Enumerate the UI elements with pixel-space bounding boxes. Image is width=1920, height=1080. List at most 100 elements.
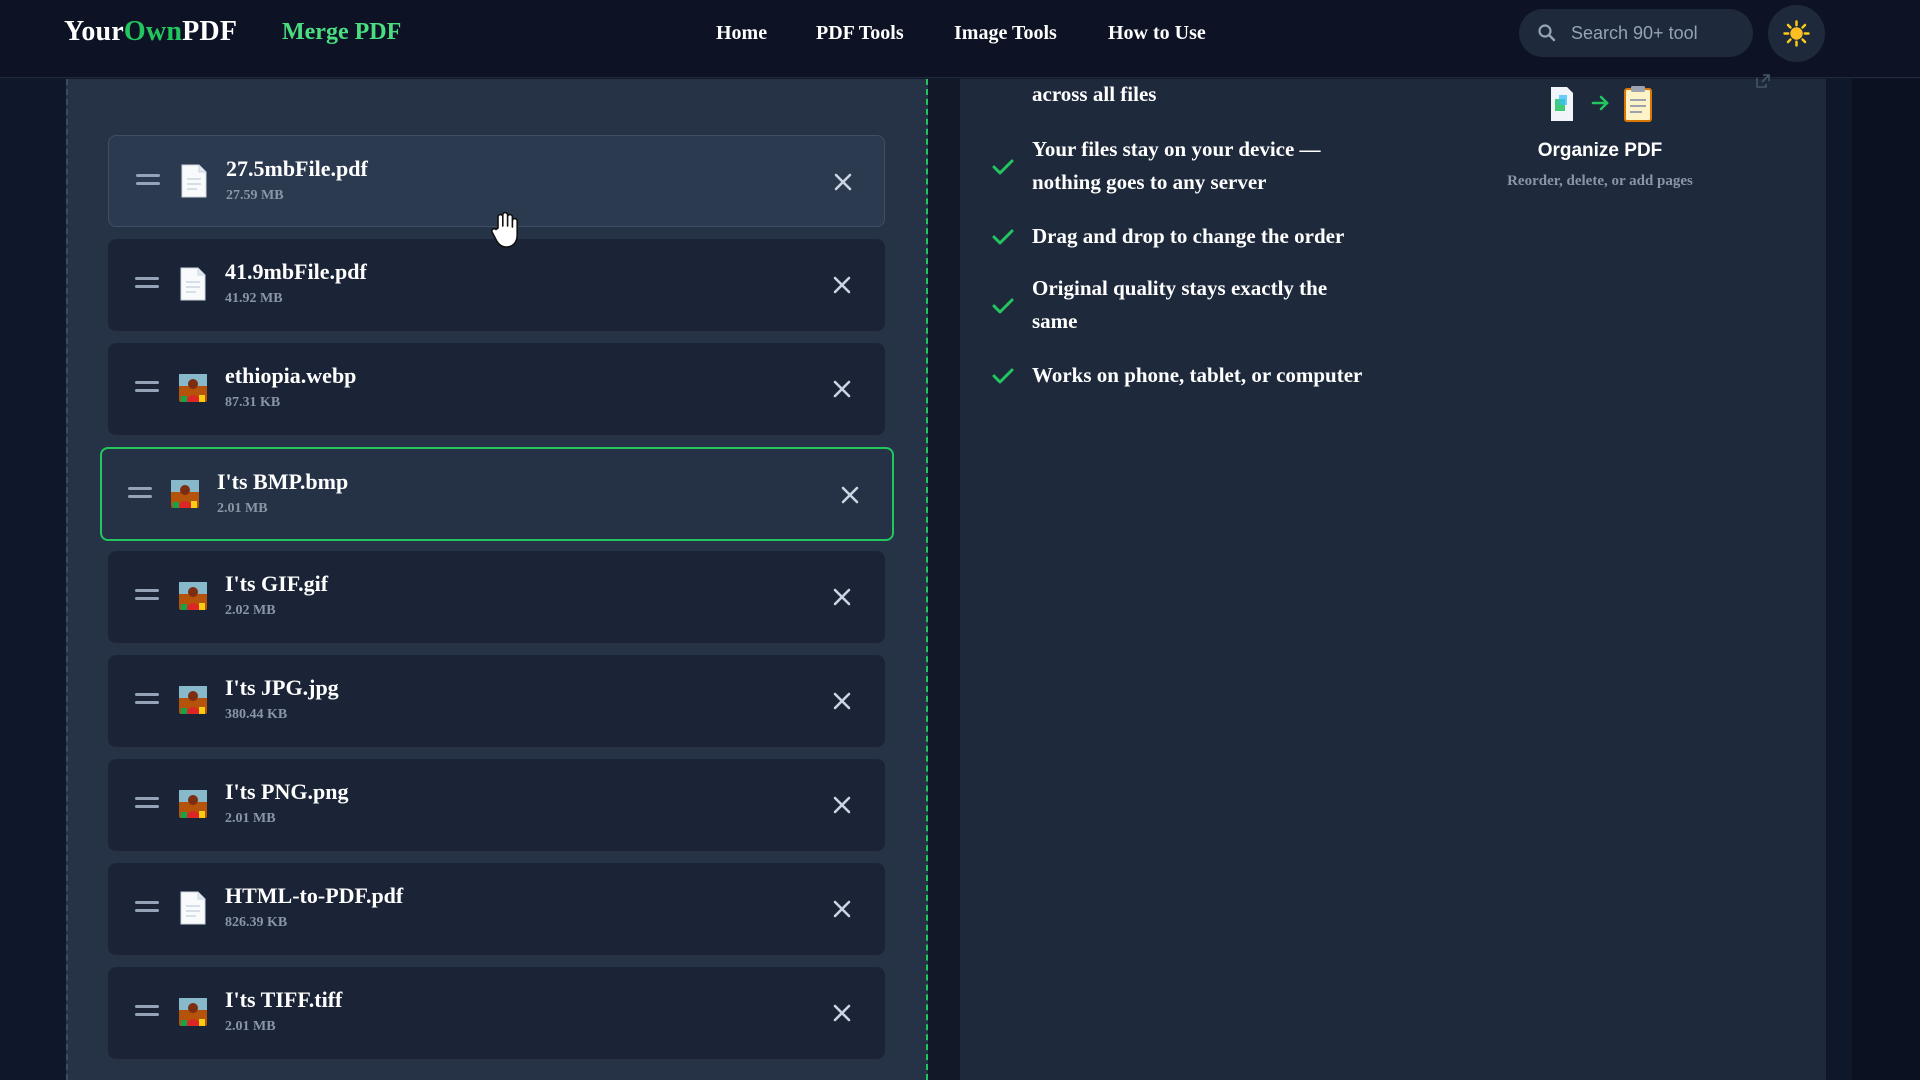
sun-icon <box>1783 20 1810 47</box>
check-icon <box>992 298 1014 314</box>
image-thumbnail-icon <box>179 686 207 714</box>
tool-card-title: Organize PDF <box>1537 140 1663 161</box>
organize-pdf-tool-card[interactable]: Organize PDF Reorder, delete, or add pag… <box>1480 79 1720 209</box>
search-icon <box>1538 24 1556 42</box>
file-item[interactable]: 41.9mbFile.pdf 41.92 MB <box>108 239 885 331</box>
image-thumbnail-icon <box>179 582 207 610</box>
close-icon <box>833 900 851 918</box>
drag-handle-icon[interactable] <box>135 587 159 603</box>
brand-own: Own <box>123 16 183 47</box>
remove-file-button[interactable] <box>827 582 857 612</box>
drag-handle-icon[interactable] <box>135 379 159 395</box>
external-link-icon[interactable] <box>1754 72 1772 90</box>
file-name: I'ts JPG.jpg <box>225 675 339 700</box>
benefit-item: Your files stay on your device — nothing … <box>992 133 1321 199</box>
page-edge-right <box>1852 79 1920 1080</box>
page-gutter-left <box>0 79 66 1080</box>
remove-file-button[interactable] <box>828 167 858 197</box>
search-input[interactable] <box>1571 19 1741 47</box>
tool-card-description: Reorder, delete, or add pages <box>1507 173 1693 189</box>
remove-file-button[interactable] <box>827 686 857 716</box>
image-thumbnail-icon <box>171 480 199 508</box>
file-name: I'ts GIF.gif <box>225 571 329 596</box>
file-item[interactable]: HTML-to-PDF.pdf 826.39 KB <box>108 863 885 955</box>
image-thumbnail-icon <box>179 790 207 818</box>
remove-file-button[interactable] <box>827 374 857 404</box>
file-size: 380.44 KB <box>225 707 288 722</box>
brand-your: Your <box>64 16 124 47</box>
nav-image-tools[interactable]: Image Tools <box>954 22 1057 45</box>
close-icon <box>841 486 859 504</box>
remove-file-button[interactable] <box>835 480 865 510</box>
nav-pdf-tools[interactable]: PDF Tools <box>816 22 904 45</box>
check-icon <box>992 159 1014 175</box>
file-size: 27.59 MB <box>226 188 284 203</box>
file-name: 27.5mbFile.pdf <box>226 156 368 181</box>
benefit-text: Your files stay on your device — <box>1032 137 1321 161</box>
remove-file-button[interactable] <box>827 894 857 924</box>
close-icon <box>833 692 851 710</box>
file-name: I'ts TIFF.tiff <box>225 987 343 1012</box>
image-thumbnail-icon <box>179 998 207 1026</box>
image-thumbnail-icon <box>179 374 207 402</box>
benefit-item: across all files <box>1032 78 1156 111</box>
remove-file-button[interactable] <box>827 790 857 820</box>
drag-handle-icon[interactable] <box>136 172 160 188</box>
hand-cursor-icon <box>491 211 518 248</box>
close-icon <box>833 588 851 606</box>
top-header: YourOwnPDF Merge PDF Home PDF Tools Image … <box>0 0 1920 78</box>
file-item[interactable]: I'ts PNG.png 2.01 MB <box>108 759 885 851</box>
file-size: 2.01 MB <box>225 811 276 826</box>
benefit-text: same <box>1032 309 1078 333</box>
nav-how-to-use[interactable]: How to Use <box>1108 22 1206 45</box>
close-icon <box>833 276 851 294</box>
file-item[interactable]: I'ts TIFF.tiff 2.01 MB <box>108 967 885 1059</box>
file-name: I'ts PNG.png <box>225 779 349 804</box>
close-icon <box>833 796 851 814</box>
file-size: 41.92 MB <box>225 291 283 306</box>
benefit-item: Drag and drop to change the order <box>992 220 1345 253</box>
benefit-text: nothing goes to any server <box>1032 170 1267 194</box>
document-icon <box>181 164 207 198</box>
brand-pdf: PDF <box>182 16 238 47</box>
drag-handle-icon[interactable] <box>135 691 159 707</box>
file-name: 41.9mbFile.pdf <box>225 259 367 284</box>
drag-handle-icon[interactable] <box>128 485 152 501</box>
file-item[interactable]: I'ts JPG.jpg 380.44 KB <box>108 655 885 747</box>
file-name: ethiopia.webp <box>225 363 357 388</box>
benefit-text: Original quality stays exactly the <box>1032 276 1328 300</box>
check-icon <box>992 368 1014 384</box>
close-icon <box>834 173 852 191</box>
nav-home[interactable]: Home <box>716 22 767 45</box>
close-icon <box>833 380 851 398</box>
site-logo[interactable]: YourOwnPDF <box>64 16 237 48</box>
file-size: 2.02 MB <box>225 603 276 618</box>
file-item[interactable]: ethiopia.webp 87.31 KB <box>108 343 885 435</box>
benefit-text: Works on phone, tablet, or computer <box>1032 363 1363 387</box>
document-icon <box>180 891 206 925</box>
drag-handle-icon[interactable] <box>135 1003 159 1019</box>
benefit-text: across all files <box>1032 82 1157 106</box>
document-icon <box>180 267 206 301</box>
file-size: 87.31 KB <box>225 395 281 410</box>
file-size: 2.01 MB <box>225 1019 276 1034</box>
page-title: Merge PDF <box>282 19 402 45</box>
file-size: 2.01 MB <box>217 501 268 516</box>
search-box[interactable] <box>1519 9 1753 57</box>
remove-file-button[interactable] <box>827 998 857 1028</box>
check-icon <box>992 229 1014 245</box>
drag-handle-icon[interactable] <box>135 899 159 915</box>
drag-handle-icon[interactable] <box>135 795 159 811</box>
theme-toggle-button[interactable] <box>1768 5 1825 62</box>
benefit-text: Drag and drop to change the order <box>1032 224 1345 248</box>
benefit-item: Works on phone, tablet, or computer <box>992 359 1363 392</box>
close-icon <box>833 1004 851 1022</box>
drag-handle-icon[interactable] <box>135 275 159 291</box>
remove-file-button[interactable] <box>827 270 857 300</box>
file-item[interactable]: I'ts GIF.gif 2.02 MB <box>108 551 885 643</box>
file-item[interactable]: I'ts BMP.bmp 2.01 MB <box>100 447 894 541</box>
file-size: 826.39 KB <box>225 915 288 930</box>
benefit-item: Original quality stays exactly the same <box>992 272 1328 338</box>
organize-pdf-icon <box>1551 86 1652 122</box>
file-name: I'ts BMP.bmp <box>217 469 349 494</box>
